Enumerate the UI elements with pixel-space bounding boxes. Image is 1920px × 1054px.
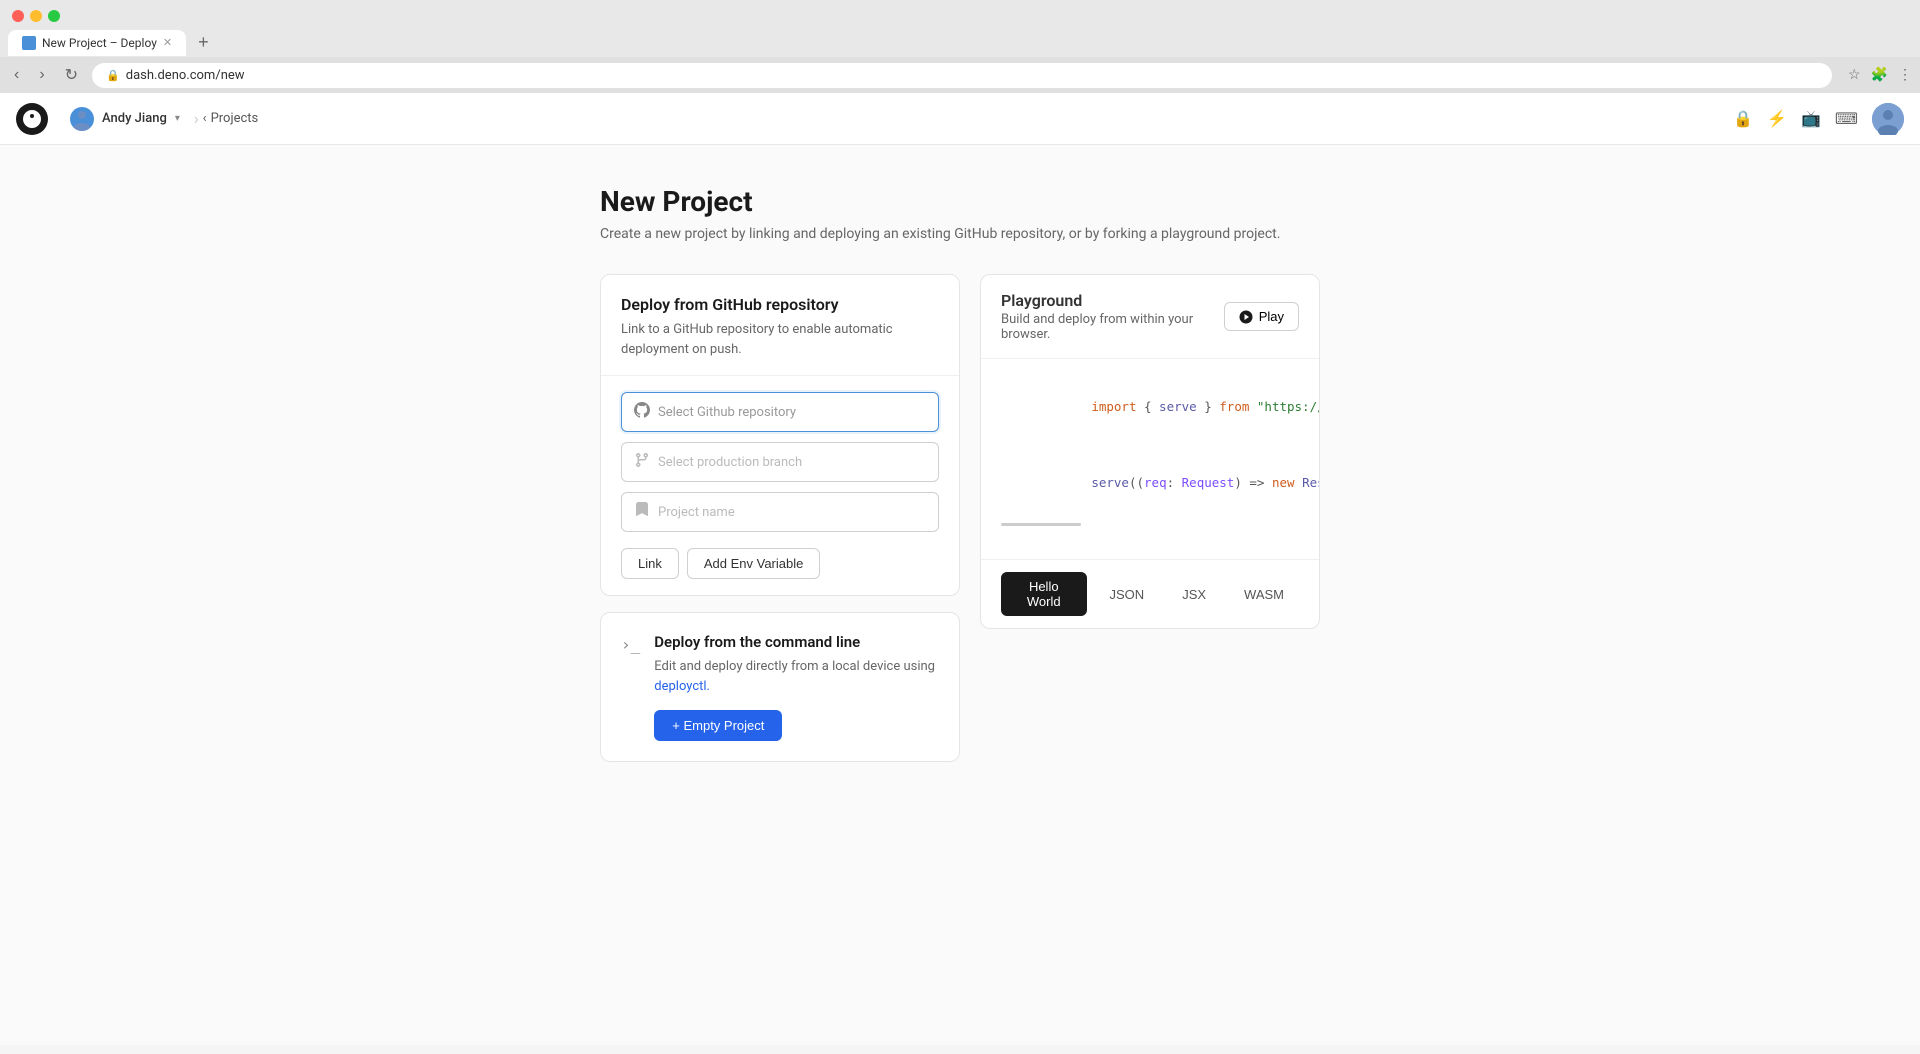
tab-jsx[interactable]: JSX xyxy=(1167,572,1221,616)
address-bar[interactable]: 🔒 dash.deno.com/new xyxy=(92,63,1832,88)
project-icon xyxy=(634,502,650,522)
app-header: Andy Jiang ▾ › ‹ Projects 🔒 ⚡ 📺 ⌨ xyxy=(0,93,1920,145)
import-keyword: import xyxy=(1091,399,1136,414)
github-deploy-card: Deploy from GitHub repository Link to a … xyxy=(600,274,960,596)
play-button[interactable]: Play xyxy=(1224,302,1299,331)
terminal-icon: ›_ xyxy=(621,635,640,654)
empty-project-button[interactable]: + Empty Project xyxy=(654,710,782,741)
active-tab[interactable]: New Project – Deploy ✕ xyxy=(8,30,186,56)
back-button[interactable]: ‹ xyxy=(8,62,25,88)
account-name: Andy Jiang xyxy=(102,111,167,126)
repo-selector[interactable]: Select Github repository xyxy=(621,392,939,432)
playground-header-text: Playground Build and deploy from within … xyxy=(1001,291,1224,342)
tab-json[interactable]: JSON xyxy=(1095,572,1160,616)
playground-title: Playground xyxy=(1001,291,1224,310)
menu-icon[interactable]: ⋮ xyxy=(1898,67,1912,83)
github-card-title: Deploy from GitHub repository xyxy=(621,295,939,314)
cmd-card-title: Deploy from the command line xyxy=(654,633,939,651)
breadcrumb-back-icon: ‹ xyxy=(203,111,207,126)
lock-icon: 🔒 xyxy=(106,69,120,82)
playground-header: Playground Build and deploy from within … xyxy=(981,275,1319,359)
main-content: New Project Create a new project by link… xyxy=(0,145,1920,1045)
tab-hello-world[interactable]: Hello World xyxy=(1001,572,1087,616)
github-card-header: Deploy from GitHub repository Link to a … xyxy=(601,275,959,376)
cmd-desc-text: Edit and deploy directly from a local de… xyxy=(654,659,935,674)
playground-tabs: Hello World JSON JSX WASM xyxy=(981,559,1319,628)
playground-desc: Build and deploy from within your browse… xyxy=(1001,312,1224,342)
link-button[interactable]: Link xyxy=(621,548,679,579)
github-card-desc: Link to a GitHub repository to enable au… xyxy=(621,320,939,359)
github-icon xyxy=(634,402,650,422)
github-card-body: Select Github repository Select producti… xyxy=(601,376,959,595)
play-icon xyxy=(1239,310,1253,324)
code-scrollbar xyxy=(1001,523,1081,526)
cards-row: Deploy from GitHub repository Link to a … xyxy=(600,274,1320,762)
lock-header-icon[interactable]: 🔒 xyxy=(1733,109,1753,128)
project-name-placeholder: Project name xyxy=(658,505,735,520)
code-preview: import { serve } from "https://deno.land… xyxy=(981,359,1319,559)
url-text: dash.deno.com/new xyxy=(126,68,245,83)
user-avatar[interactable] xyxy=(1872,103,1904,135)
deno-logo xyxy=(16,103,48,135)
tab-title: New Project – Deploy xyxy=(42,36,157,50)
branch-placeholder: Select production branch xyxy=(658,455,802,470)
tv-icon[interactable]: 📺 xyxy=(1801,109,1821,128)
deployctl-link[interactable]: deployctl. xyxy=(654,679,710,694)
projects-label: Projects xyxy=(211,111,259,126)
playground-card: Playground Build and deploy from within … xyxy=(980,274,1320,629)
serve-fn: serve xyxy=(1159,399,1197,414)
extensions-icon[interactable]: 🧩 xyxy=(1871,67,1888,83)
close-traffic-light[interactable] xyxy=(12,10,24,22)
tab-wasm[interactable]: WASM xyxy=(1229,572,1299,616)
breadcrumb-separator: › xyxy=(194,109,199,128)
command-line-card: ›_ Deploy from the command line Edit and… xyxy=(600,612,960,762)
projects-breadcrumb[interactable]: ‹ Projects xyxy=(203,111,259,126)
branch-selector[interactable]: Select production branch xyxy=(621,442,939,482)
cursor-icon[interactable]: ⌨ xyxy=(1835,109,1858,128)
add-env-button[interactable]: Add Env Variable xyxy=(687,548,821,579)
code-line-2: serve((req: Request) => new Response("He… xyxy=(1001,451,1299,515)
content-wrapper: New Project Create a new project by link… xyxy=(580,185,1340,762)
serve-call: serve xyxy=(1091,475,1129,490)
new-tab-button[interactable]: + xyxy=(190,28,217,57)
reload-button[interactable]: ↻ xyxy=(59,61,84,89)
branch-icon xyxy=(634,452,650,472)
repo-placeholder: Select Github repository xyxy=(658,405,796,420)
page-title: New Project xyxy=(600,185,1320,218)
play-btn-label: Play xyxy=(1259,309,1284,324)
left-column: Deploy from GitHub repository Link to a … xyxy=(600,274,960,762)
header-right: 🔒 ⚡ 📺 ⌨ xyxy=(1733,103,1904,135)
account-switcher[interactable]: Andy Jiang ▾ xyxy=(60,101,190,137)
tab-favicon xyxy=(22,36,36,50)
github-card-buttons: Link Add Env Variable xyxy=(621,548,939,579)
cmd-card-desc: Edit and deploy directly from a local de… xyxy=(654,657,939,696)
account-avatar xyxy=(70,107,94,131)
traffic-lights xyxy=(0,0,1920,28)
browser-chrome: New Project – Deploy ✕ + ‹ › ↻ 🔒 dash.de… xyxy=(0,0,1920,93)
tab-close-btn[interactable]: ✕ xyxy=(163,36,172,49)
forward-button[interactable]: › xyxy=(33,62,50,88)
bolt-icon[interactable]: ⚡ xyxy=(1767,109,1787,128)
chevron-down-icon: ▾ xyxy=(175,113,180,124)
bookmark-icon[interactable]: ☆ xyxy=(1848,67,1861,83)
browser-toolbar-icons: ☆ 🧩 ⋮ xyxy=(1848,67,1912,83)
cmd-card-content: Deploy from the command line Edit and de… xyxy=(654,633,939,741)
page-subtitle: Create a new project by linking and depl… xyxy=(600,226,1320,242)
minimize-traffic-light[interactable] xyxy=(30,10,42,22)
address-bar-row: ‹ › ↻ 🔒 dash.deno.com/new ☆ 🧩 ⋮ xyxy=(0,57,1920,93)
project-name-field[interactable]: Project name xyxy=(621,492,939,532)
empty-project-label: + Empty Project xyxy=(672,718,764,733)
tab-bar: New Project – Deploy ✕ + xyxy=(0,28,1920,57)
code-line-1: import { serve } from "https://deno.land… xyxy=(1001,375,1299,439)
fullscreen-traffic-light[interactable] xyxy=(48,10,60,22)
